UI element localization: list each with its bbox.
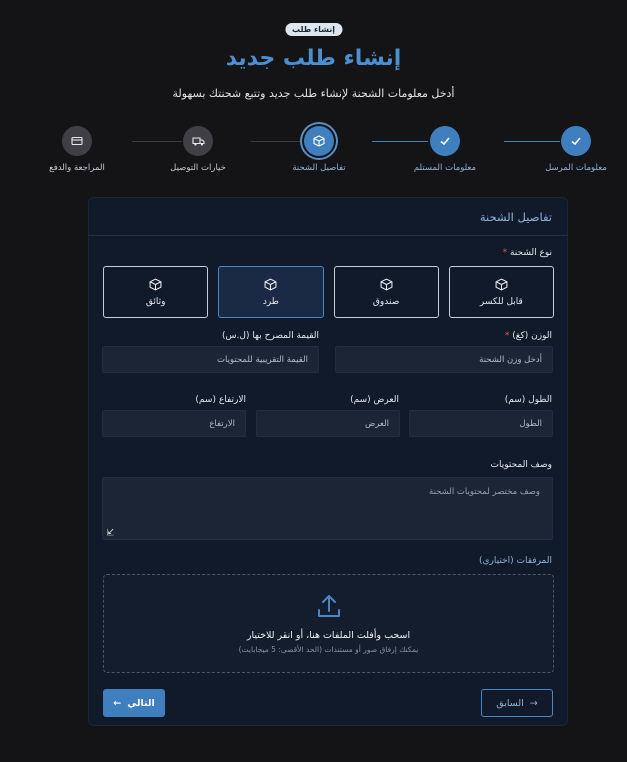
- package-icon: [149, 277, 162, 291]
- weight-input[interactable]: أدخل وزن الشحنة: [335, 346, 553, 373]
- step-label: معلومات المستلم: [413, 163, 477, 173]
- truck-icon: [183, 126, 213, 156]
- type-label: صندوق: [372, 296, 400, 307]
- shipment-type-label: نوع الشحنة *: [502, 248, 552, 258]
- check-icon: [561, 126, 591, 156]
- package-icon: [495, 277, 508, 291]
- type-box[interactable]: صندوق: [333, 266, 439, 318]
- previous-button[interactable]: → السابق: [481, 689, 553, 717]
- width-input[interactable]: العرض: [256, 410, 400, 437]
- length-label: الطول (سم): [504, 395, 552, 405]
- step-label: تفاصيل الشحنة: [292, 163, 346, 173]
- description-placeholder: وصف مختصر لمحتويات الشحنة: [429, 487, 540, 497]
- card-header: تفاصيل الشحنة: [89, 198, 567, 236]
- next-label: التالي: [127, 697, 155, 709]
- step-shipment-details[interactable]: تفاصيل الشحنة: [264, 126, 374, 173]
- attachments-label: المرفقات (اختياري): [479, 556, 552, 566]
- description-label: وصف المحتويات: [490, 460, 552, 470]
- arrow-right-icon: →: [529, 697, 538, 709]
- resize-handle-icon[interactable]: ⇲: [104, 528, 114, 536]
- length-input[interactable]: الطول: [409, 410, 553, 437]
- weight-label: الوزن (كغ) *: [504, 331, 552, 341]
- type-parcel[interactable]: طرد: [218, 266, 324, 318]
- shipment-details-card: تفاصيل الشحنة نوع الشحنة * وثائق طرد صند…: [88, 197, 568, 726]
- dropzone-hint: يمكنك إرفاق صور أو مستندات (الحد الأقصى:…: [238, 645, 419, 654]
- type-label: قابل للكسر: [479, 296, 523, 307]
- page-subtitle: أدخل معلومات الشحنة لإنشاء طلب جديد وتتب…: [172, 87, 455, 100]
- type-documents[interactable]: وثائق: [103, 266, 209, 318]
- credit-card-icon: [62, 126, 92, 156]
- height-input[interactable]: الارتفاع: [102, 410, 246, 437]
- height-label: الارتفاع (سم): [195, 395, 246, 405]
- description-textarea[interactable]: وصف مختصر لمحتويات الشحنة ⇲: [102, 477, 553, 540]
- type-label: طرد: [262, 296, 279, 307]
- declared-value-label: القيمة المصرح بها (ل.س): [222, 331, 319, 341]
- dropzone-instruction: اسحب وأفلت الملفات هنا، أو انقر للاختيار: [246, 630, 411, 641]
- next-button[interactable]: التالي ←: [103, 689, 165, 717]
- package-icon: [380, 277, 393, 291]
- package-icon: [264, 277, 277, 291]
- step-review-payment[interactable]: المراجعة والدفع: [22, 126, 132, 173]
- upload-icon: [317, 595, 340, 617]
- check-icon: [430, 126, 460, 156]
- page-title: إنشاء طلب جديد: [225, 46, 402, 71]
- step-delivery-options[interactable]: خيارات التوصيل: [143, 126, 253, 173]
- step-label: معلومات المرسل: [545, 163, 607, 173]
- step-recipient-info[interactable]: معلومات المستلم: [390, 126, 500, 173]
- step-label: خيارات التوصيل: [170, 163, 226, 173]
- package-icon: [304, 126, 334, 156]
- declared-value-input[interactable]: القيمة التقريبية للمحتويات: [102, 346, 319, 373]
- progress-stepper: معلومات المرسل معلومات المستلم تفاصيل ال…: [0, 126, 627, 182]
- page-badge: إنشاء طلب: [284, 23, 343, 36]
- step-label: المراجعة والدفع: [49, 163, 105, 173]
- width-label: العرض (سم): [350, 395, 399, 405]
- shipment-type-group: وثائق طرد صندوق قابل للكسر: [103, 266, 554, 318]
- type-fragile[interactable]: قابل للكسر: [448, 266, 554, 318]
- arrow-left-icon: ←: [113, 697, 122, 709]
- previous-label: السابق: [496, 697, 524, 709]
- file-dropzone[interactable]: اسحب وأفلت الملفات هنا، أو انقر للاختيار…: [103, 574, 554, 673]
- type-label: وثائق: [145, 296, 166, 307]
- step-sender-info[interactable]: معلومات المرسل: [521, 126, 627, 173]
